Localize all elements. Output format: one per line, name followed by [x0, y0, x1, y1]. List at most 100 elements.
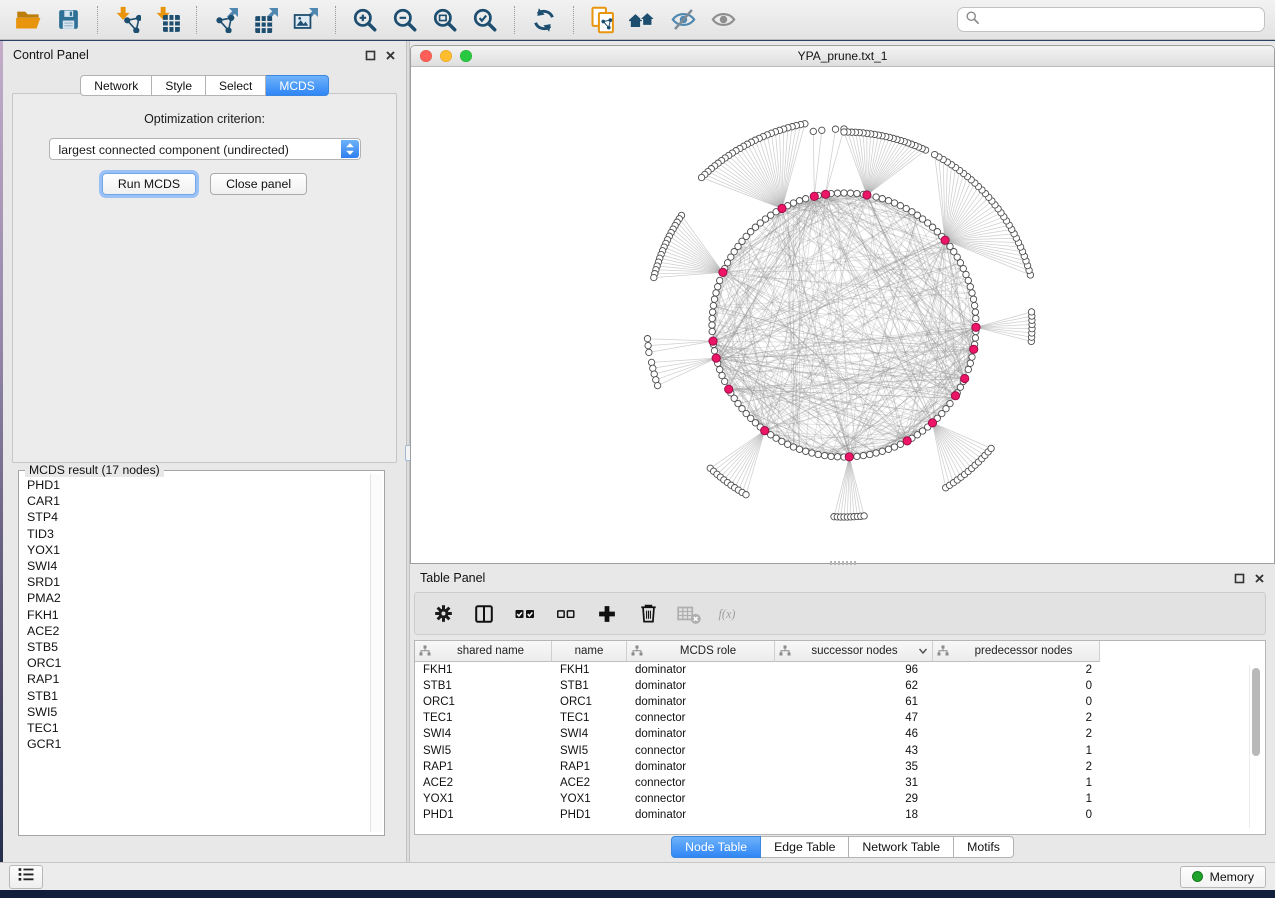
column-header-MCDS-role[interactable]: MCDS role	[627, 641, 775, 662]
table-cell: 2	[933, 761, 1100, 773]
network-window-titlebar[interactable]: YPA_prune.txt_1	[411, 46, 1274, 67]
table-cell: 96	[775, 664, 933, 676]
tab-motifs[interactable]: Motifs	[954, 836, 1014, 858]
sort-descending-icon[interactable]	[918, 647, 928, 655]
select-all-icon[interactable]	[512, 601, 538, 627]
mcds-result-item[interactable]: FKH1	[27, 607, 383, 623]
task-history-button[interactable]	[9, 865, 43, 889]
mcds-result-item[interactable]: STP4	[27, 509, 383, 525]
table-row[interactable]: PHD1PHD1dominator180	[415, 807, 1265, 823]
close-panel-icon[interactable]	[385, 50, 396, 61]
tab-network-table[interactable]: Network Table	[849, 836, 954, 858]
float-panel-icon[interactable]	[365, 50, 376, 61]
table-row[interactable]: SWI4SWI4dominator462	[415, 726, 1265, 742]
mcds-result-item[interactable]: YOX1	[27, 542, 383, 558]
trash-icon[interactable]	[635, 601, 661, 627]
mcds-result-item[interactable]: SWI5	[27, 704, 383, 720]
mcds-result-item[interactable]: CAR1	[27, 493, 383, 509]
tab-select[interactable]: Select	[206, 75, 266, 96]
mcds-result-item[interactable]: STB1	[27, 688, 383, 704]
mcds-result-item[interactable]: PHD1	[27, 477, 383, 493]
tab-edge-table[interactable]: Edge Table	[761, 836, 849, 858]
export-network-icon[interactable]	[208, 5, 244, 35]
table-scrollbar[interactable]	[1249, 665, 1262, 828]
table-cell: connector	[627, 745, 775, 757]
close-table-panel-icon[interactable]	[1254, 573, 1265, 584]
mcds-result-item[interactable]: ORC1	[27, 655, 383, 671]
column-header-predecessor-nodes[interactable]: predecessor nodes	[933, 641, 1100, 662]
network-graph-canvas[interactable]	[411, 67, 1275, 564]
open-file-icon[interactable]	[10, 5, 46, 35]
zoom-out-icon[interactable]	[387, 5, 423, 35]
tab-mcds[interactable]: MCDS	[266, 75, 328, 96]
column-label: predecessor nodes	[952, 645, 1095, 657]
mcds-result-item[interactable]: TEC1	[27, 720, 383, 736]
gear-icon[interactable]	[430, 601, 456, 627]
deselect-all-icon[interactable]	[553, 601, 579, 627]
table-row[interactable]: STB1STB1dominator620	[415, 678, 1265, 694]
table-cell: ACE2	[552, 777, 627, 789]
mcds-result-item[interactable]: PMA2	[27, 590, 383, 606]
column-header-shared-name[interactable]: shared name	[415, 641, 552, 662]
table-scrollbar-thumb[interactable]	[1252, 668, 1260, 756]
mcds-result-item[interactable]: TID3	[27, 526, 383, 542]
duplicate-network-icon[interactable]	[585, 5, 621, 35]
mcds-tab-pane: Optimization criterion: largest connecte…	[12, 93, 397, 463]
two-houses-icon[interactable]	[625, 5, 661, 35]
table-toolbar: f(x)	[414, 592, 1266, 635]
mcds-list-scrollbar[interactable]	[370, 474, 382, 832]
dropdown-stepper-icon[interactable]	[341, 140, 359, 158]
mcds-result-item[interactable]: SWI4	[27, 558, 383, 574]
tab-node-table[interactable]: Node Table	[671, 836, 761, 858]
table-cell: connector	[627, 712, 775, 724]
column-header-successor-nodes[interactable]: successor nodes	[775, 641, 933, 662]
zoom-selected-icon[interactable]	[467, 5, 503, 35]
float-table-panel-icon[interactable]	[1234, 573, 1245, 584]
mcds-result-item[interactable]: GCR1	[27, 736, 383, 752]
memory-status-dot	[1192, 871, 1203, 882]
tab-network[interactable]: Network	[80, 75, 152, 96]
mcds-result-groupbox: MCDS result (17 nodes) PHD1CAR1STP4TID3Y…	[18, 470, 385, 836]
table-row[interactable]: ORC1ORC1dominator610	[415, 694, 1265, 710]
mcds-result-item[interactable]: ACE2	[27, 623, 383, 639]
table-row[interactable]: ACE2ACE2connector311	[415, 775, 1265, 791]
maximize-window-icon[interactable]	[460, 50, 472, 62]
criterion-dropdown[interactable]: largest connected component (undirected)	[49, 138, 361, 160]
column-header-filler	[1100, 641, 1265, 662]
zoom-fit-icon[interactable]	[427, 5, 463, 35]
table-row[interactable]: TEC1TEC1connector472	[415, 710, 1265, 726]
search-box[interactable]	[957, 7, 1265, 32]
table-cell: 1	[933, 745, 1100, 757]
refresh-icon[interactable]	[526, 5, 562, 35]
mcds-result-item[interactable]: RAP1	[27, 671, 383, 687]
table-row[interactable]: SWI5SWI5connector431	[415, 742, 1265, 758]
close-panel-button[interactable]: Close panel	[210, 173, 307, 195]
eye-icon[interactable]	[705, 5, 741, 35]
run-mcds-button[interactable]: Run MCDS	[102, 173, 196, 195]
import-table-icon[interactable]	[149, 5, 185, 35]
table-row[interactable]: FKH1FKH1dominator962	[415, 662, 1265, 678]
export-image-icon[interactable]	[288, 5, 324, 35]
table-panel-grip[interactable]	[830, 561, 856, 565]
table-cell: 46	[775, 728, 933, 740]
column-label: name	[556, 645, 622, 657]
table-cell: SWI4	[415, 728, 552, 740]
minimize-window-icon[interactable]	[440, 50, 452, 62]
plus-icon[interactable]	[594, 601, 620, 627]
import-network-icon[interactable]	[109, 5, 145, 35]
toolbar-separator	[573, 6, 574, 34]
tab-style[interactable]: Style	[152, 75, 206, 96]
search-input[interactable]	[985, 12, 1257, 28]
mcds-result-item[interactable]: SRD1	[27, 574, 383, 590]
column-header-name[interactable]: name	[552, 641, 627, 662]
zoom-in-icon[interactable]	[347, 5, 383, 35]
close-window-icon[interactable]	[420, 50, 432, 62]
memory-button[interactable]: Memory	[1180, 866, 1266, 888]
save-session-icon[interactable]	[50, 5, 86, 35]
mcds-result-item[interactable]: STB5	[27, 639, 383, 655]
table-row[interactable]: RAP1RAP1dominator352	[415, 759, 1265, 775]
split-columns-icon[interactable]	[471, 601, 497, 627]
export-table-icon[interactable]	[248, 5, 284, 35]
table-row[interactable]: YOX1YOX1connector291	[415, 791, 1265, 807]
eye-slash-icon[interactable]	[665, 5, 701, 35]
